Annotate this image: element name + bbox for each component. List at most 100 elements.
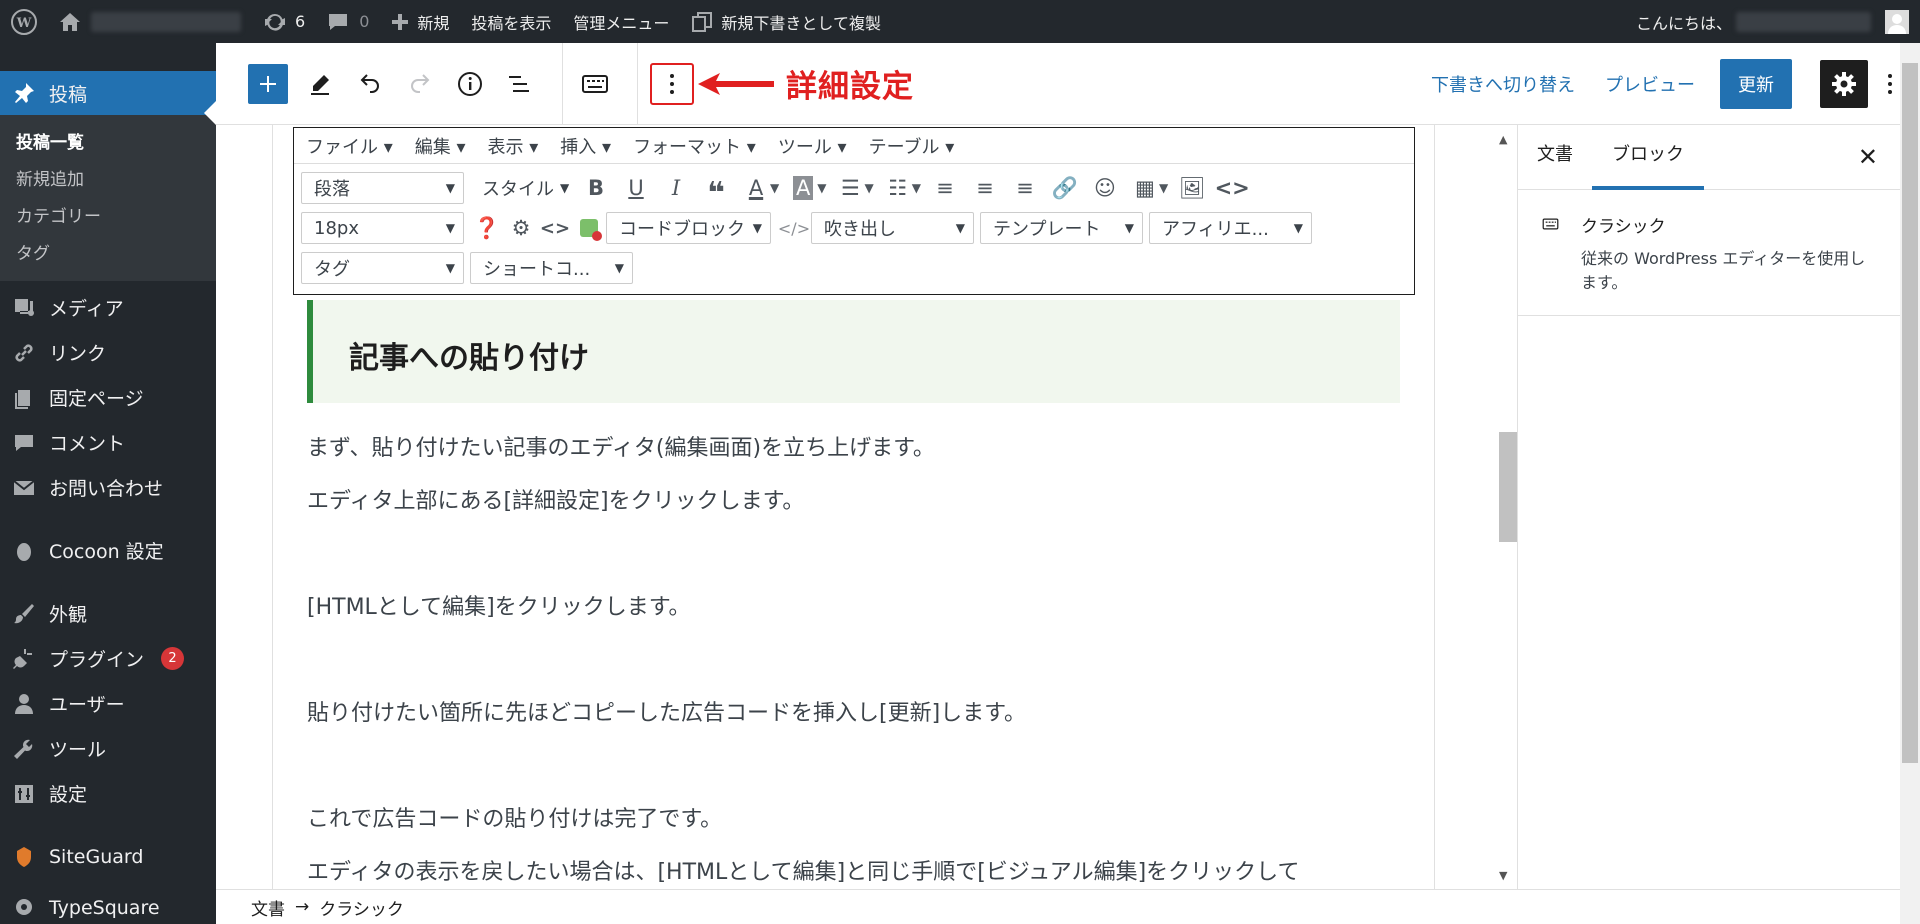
tools-button[interactable]	[300, 64, 340, 104]
italic-icon[interactable]: I	[656, 172, 696, 204]
redo-button[interactable]	[400, 64, 440, 104]
blockquote-icon[interactable]: ❝	[696, 172, 736, 211]
align-left-icon[interactable]: ≡	[925, 172, 965, 204]
image-icon[interactable]: 🖼	[1172, 172, 1212, 204]
breadcrumb-document[interactable]: 文書	[251, 895, 285, 920]
shortcode-select[interactable]: ショートコ... ▼	[470, 252, 633, 284]
add-block-button[interactable]	[248, 63, 288, 104]
tag-select[interactable]: タグ ▼	[301, 252, 464, 284]
comments-link[interactable]: 0	[316, 0, 380, 43]
sidebar-item-siteguard[interactable]: SiteGuard	[0, 834, 216, 879]
scroll-down-icon[interactable]: ▼	[1499, 869, 1507, 882]
breadcrumb-block[interactable]: クラシック	[319, 895, 404, 920]
help-icon[interactable]: ❓	[470, 212, 504, 244]
dropdown-caret-icon[interactable]: ▼	[864, 181, 873, 195]
editor-scrollbar[interactable]: ▲ ▼	[1492, 127, 1517, 889]
scroll-up-icon[interactable]: ▲	[1499, 133, 1507, 146]
sidebar-item-comments[interactable]: コメント	[0, 420, 216, 465]
dropdown-caret-icon[interactable]: ▼	[1159, 181, 1168, 195]
sidebar-item-typesquare[interactable]: TypeSquare Webfonts	[0, 885, 216, 924]
section-heading: 記事への貼り付け	[349, 341, 589, 376]
page-scrollbar[interactable]	[1900, 43, 1920, 924]
paragraph[interactable]: エディタ上部にある[詳細設定]をクリックします。	[307, 483, 804, 515]
admin-menu-link[interactable]: 管理メニュー	[562, 0, 680, 43]
submenu-add-new[interactable]: 新規追加	[0, 162, 216, 199]
submenu-tags[interactable]: タグ	[0, 236, 216, 273]
duplicate-draft-link[interactable]: 新規下書きとして複製	[680, 0, 892, 43]
menu-edit[interactable]: 編集 ▾	[415, 133, 466, 159]
align-center-icon[interactable]: ≡	[965, 172, 1005, 204]
inline-code-icon[interactable]: </>	[777, 212, 811, 244]
sidebar-item-links[interactable]: リンク	[0, 330, 216, 375]
menu-tools[interactable]: ツール ▾	[778, 133, 847, 159]
page-scrollbar-thumb[interactable]	[1902, 63, 1918, 763]
keyboard-block-button[interactable]	[575, 64, 615, 104]
menu-format[interactable]: フォーマット ▾	[633, 133, 756, 159]
format-select[interactable]: 段落 ▼	[301, 172, 464, 204]
updates-link[interactable]: 6	[252, 0, 316, 43]
sidebar-item-plugins[interactable]: プラグイン 2	[0, 636, 216, 681]
affiliate-select[interactable]: アフィリエ... ▼	[1149, 212, 1312, 244]
sidebar-item-label: メディア	[49, 298, 124, 320]
align-right-icon[interactable]: ≡	[1005, 172, 1045, 204]
site-name[interactable]	[48, 0, 252, 43]
tab-document[interactable]: 文書	[1518, 125, 1592, 190]
undo-button[interactable]	[350, 64, 390, 104]
paragraph[interactable]: 貼り付けたい箇所に先ほどコピーした広告コードを挿入し[更新]します。	[307, 695, 1026, 727]
marker-icon[interactable]	[572, 212, 606, 244]
gear-icon	[1832, 71, 1856, 96]
duplicate-icon	[692, 11, 713, 32]
settings-button[interactable]	[1820, 59, 1868, 108]
sidebar-item-pages[interactable]: 固定ページ	[0, 375, 216, 420]
section-heading-block[interactable]: 記事への貼り付け	[307, 300, 1400, 403]
preview-button[interactable]: プレビュー	[1590, 71, 1710, 97]
paragraph[interactable]: これで広告コードの貼り付けは完了です。	[307, 801, 722, 833]
code-icon[interactable]: <>	[1212, 172, 1252, 204]
comment-icon	[329, 13, 348, 30]
dropdown-caret-icon[interactable]: ▼	[912, 181, 921, 195]
wp-logo-icon[interactable]: W	[0, 0, 48, 43]
tab-block[interactable]: ブロック	[1592, 125, 1704, 190]
emoticon-icon[interactable]: ☺	[1085, 172, 1125, 204]
menu-view[interactable]: 表示 ▾	[488, 133, 539, 159]
sidebar-item-cocoon[interactable]: Cocoon 設定	[0, 528, 216, 573]
menu-table[interactable]: テーブル ▾	[869, 133, 955, 159]
paragraph[interactable]: エディタの表示を戻したい場合は、[HTMLとして編集]と同じ手順で[ビジュアル編…	[307, 854, 1300, 886]
sidebar-item-appearance[interactable]: 外観	[0, 591, 216, 636]
account-link[interactable]: こんにちは、	[1625, 0, 1920, 43]
more-options-button[interactable]	[650, 62, 694, 105]
sidebar-item-contact[interactable]: お問い合わせ	[0, 465, 216, 510]
link-icon[interactable]: 🔗	[1045, 172, 1085, 204]
paragraph[interactable]: [HTMLとして編集]をクリックします。	[307, 589, 691, 621]
menu-file[interactable]: ファイル ▾	[306, 133, 393, 159]
html-code-icon[interactable]: <>	[538, 212, 572, 244]
toolbar-separator	[637, 42, 638, 125]
dropdown-caret-icon[interactable]: ▼	[817, 181, 826, 195]
sidebar-item-media[interactable]: メディア	[0, 285, 216, 330]
view-post-link[interactable]: 投稿を表示	[460, 0, 562, 43]
font-size-select[interactable]: 18px ▼	[301, 212, 464, 244]
bold-icon[interactable]: B	[576, 172, 616, 204]
outline-button[interactable]	[500, 64, 540, 104]
switch-to-draft-button[interactable]: 下書きへ切り替え	[1416, 71, 1590, 97]
update-button[interactable]: 更新	[1720, 58, 1792, 109]
underline-icon[interactable]: U	[616, 172, 656, 204]
codeblock-select[interactable]: コードブロック ▼	[606, 212, 771, 244]
sidebar-item-settings[interactable]: 設定	[0, 771, 216, 816]
dropdown-caret-icon[interactable]: ▼	[770, 181, 779, 195]
paragraph[interactable]: まず、貼り付けたい記事のエディタ(編集画面)を立ち上げます。	[307, 430, 935, 462]
info-button[interactable]	[450, 64, 490, 104]
close-icon[interactable]: ✕	[1858, 143, 1878, 171]
style-select[interactable]: スタイル ▼	[470, 172, 570, 204]
scrollbar-thumb[interactable]	[1499, 432, 1517, 542]
sidebar-item-posts[interactable]: 投稿	[0, 71, 216, 115]
menu-insert[interactable]: 挿入 ▾	[560, 133, 611, 159]
submenu-categories[interactable]: カテゴリー	[0, 199, 216, 236]
template-select[interactable]: テンプレート ▼	[980, 212, 1143, 244]
sidebar-item-tools[interactable]: ツール	[0, 726, 216, 771]
shortcode-puzzle-icon[interactable]: ⚙	[504, 212, 538, 244]
balloon-select[interactable]: 吹き出し ▼	[811, 212, 974, 244]
sidebar-item-users[interactable]: ユーザー	[0, 681, 216, 726]
new-content-link[interactable]: 新規	[380, 0, 460, 43]
submenu-all-posts[interactable]: 投稿一覧	[0, 125, 216, 162]
